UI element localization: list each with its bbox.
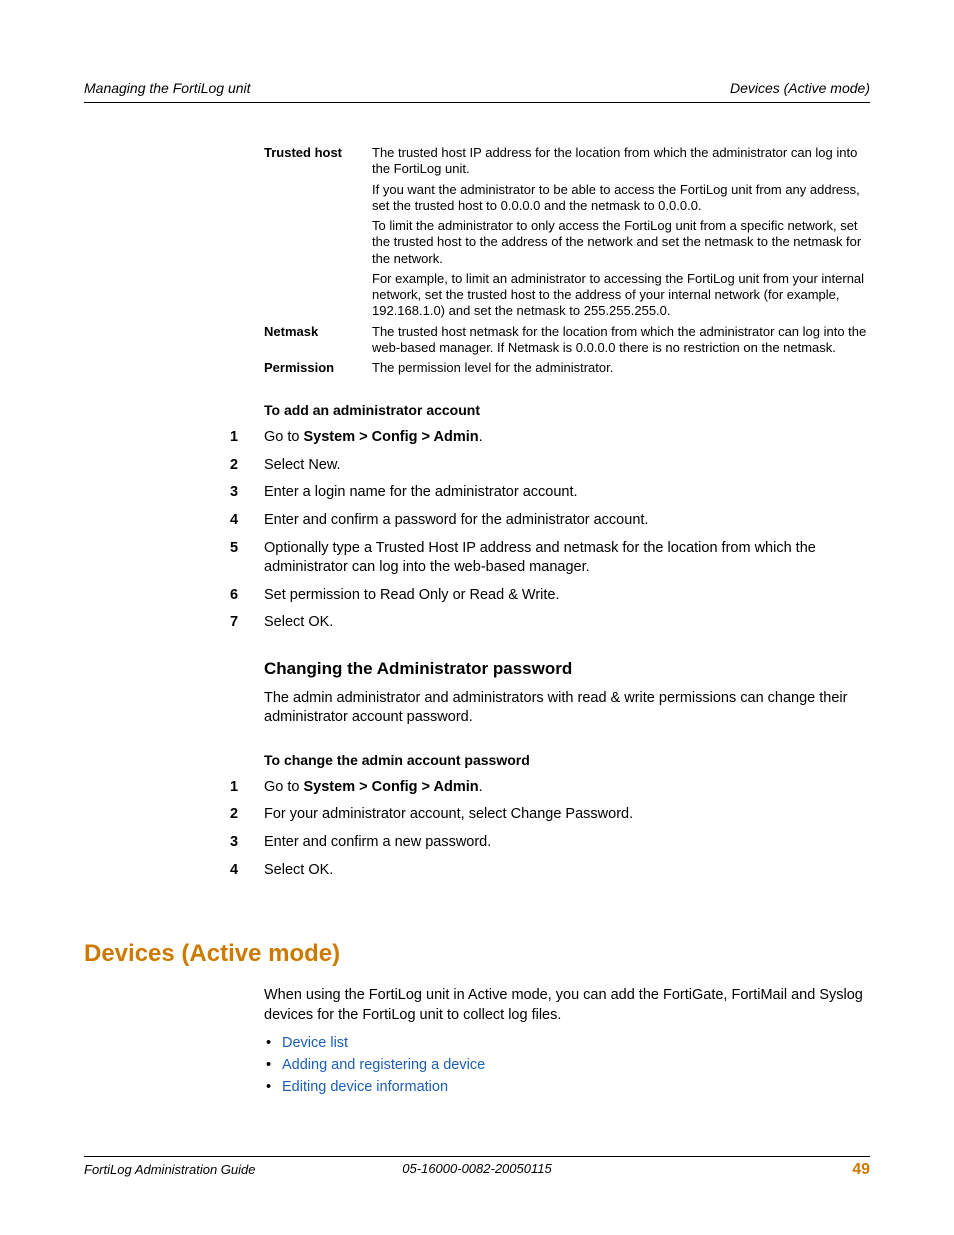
footer-page-number: 49: [852, 1161, 870, 1179]
devices-links: Device list Adding and registering a devi…: [264, 1035, 870, 1095]
definition-desc: The trusted host netmask for the locatio…: [372, 322, 870, 359]
definition-para: The permission level for the administrat…: [372, 360, 870, 376]
devices-intro: When using the FortiLog unit in Active m…: [264, 986, 870, 1025]
step-item: Enter a login name for the administrator…: [264, 483, 870, 503]
step-item: Set permission to Read Only or Read & Wr…: [264, 586, 870, 606]
step-item: Select New.: [264, 456, 870, 476]
running-header: Managing the FortiLog unit Devices (Acti…: [84, 80, 870, 103]
step-item: Optionally type a Trusted Host IP addres…: [264, 539, 870, 578]
header-left: Managing the FortiLog unit: [84, 80, 251, 96]
step-item: Go to System > Config > Admin.: [264, 778, 870, 798]
doc-link[interactable]: Adding and registering a device: [282, 1057, 485, 1073]
page-footer: FortiLog Administration Guide 05-16000-0…: [84, 1156, 870, 1179]
add-admin-steps: Go to System > Config > Admin. Select New…: [264, 428, 870, 633]
nav-path: System > Config > Admin: [304, 779, 479, 795]
step-item: Enter and confirm a new password.: [264, 833, 870, 853]
definition-para: If you want the administrator to be able…: [372, 182, 870, 215]
definition-para: The trusted host IP address for the loca…: [372, 145, 870, 178]
nav-path: System > Config > Admin: [304, 429, 479, 445]
definition-term: Permission: [264, 358, 372, 378]
definition-term: Netmask: [264, 322, 372, 359]
definition-row: PermissionThe permission level for the a…: [264, 358, 870, 378]
definition-desc: The trusted host IP address for the loca…: [372, 143, 870, 322]
list-item: Adding and registering a device: [264, 1057, 870, 1073]
change-pw-steps: Go to System > Config > Admin. For your a…: [264, 778, 870, 880]
definition-term: Trusted host: [264, 143, 372, 322]
step-item: Go to System > Config > Admin.: [264, 428, 870, 448]
add-admin-title: To add an administrator account: [264, 402, 870, 418]
definition-para: For example, to limit an administrator t…: [372, 271, 870, 320]
definition-desc: The permission level for the administrat…: [372, 358, 870, 378]
step-item: Enter and confirm a password for the adm…: [264, 511, 870, 531]
step-item: Select OK.: [264, 861, 870, 881]
definition-row: Trusted hostThe trusted host IP address …: [264, 143, 870, 322]
definition-para: To limit the administrator to only acces…: [372, 218, 870, 267]
definition-row: NetmaskThe trusted host netmask for the …: [264, 322, 870, 359]
change-pw-intro: The admin administrator and administrato…: [264, 689, 870, 728]
change-pw-title: To change the admin account password: [264, 752, 870, 768]
doc-link[interactable]: Device list: [282, 1035, 348, 1051]
definition-table: Trusted hostThe trusted host IP address …: [264, 143, 870, 378]
footer-left: FortiLog Administration Guide: [84, 1162, 256, 1177]
doc-link[interactable]: Editing device information: [282, 1079, 448, 1095]
change-pw-heading: Changing the Administrator password: [264, 659, 870, 679]
step-item: Select OK.: [264, 613, 870, 633]
header-right: Devices (Active mode): [730, 80, 870, 96]
step-item: For your administrator account, select C…: [264, 805, 870, 825]
devices-heading: Devices (Active mode): [84, 940, 870, 968]
list-item: Editing device information: [264, 1079, 870, 1095]
definition-para: The trusted host netmask for the locatio…: [372, 324, 870, 357]
list-item: Device list: [264, 1035, 870, 1051]
